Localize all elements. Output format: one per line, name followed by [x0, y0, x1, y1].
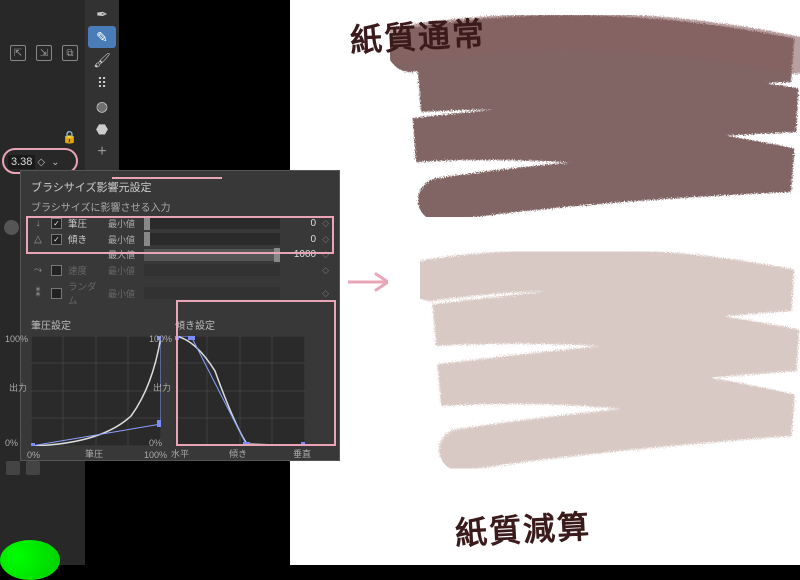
- pen-icon[interactable]: ✎: [88, 26, 116, 48]
- speed-icon: ⤳: [31, 265, 45, 276]
- speed-checkbox[interactable]: [51, 265, 62, 276]
- grid-icon[interactable]: [26, 461, 40, 475]
- speed-sublabel: 最小値: [108, 264, 138, 277]
- canvas-label-bottom: 紙質減算: [454, 501, 592, 554]
- arrow-icon: [348, 270, 388, 297]
- speed-slider: [144, 264, 280, 276]
- panel-subtitle: ブラシサイズに影響させる入力: [31, 199, 329, 214]
- lock-icon[interactable]: 🔒: [62, 130, 77, 144]
- color-preview[interactable]: [0, 540, 60, 580]
- swatch-1[interactable]: [4, 220, 19, 235]
- eyedropper-icon[interactable]: ✒: [88, 3, 116, 25]
- canvas-label-top: 紙質通常: [349, 8, 487, 61]
- random-slider: [144, 287, 280, 299]
- export-icon[interactable]: ⇱: [10, 45, 26, 61]
- pressure-graph-title: 筆圧設定: [31, 317, 161, 332]
- thumb-icon[interactable]: [6, 461, 20, 475]
- import-icon[interactable]: ⇲: [36, 45, 52, 61]
- title-highlight: [112, 177, 222, 179]
- random-sublabel: 最小値: [108, 287, 138, 300]
- pressure-curve-svg: [31, 336, 161, 446]
- brush-icon[interactable]: 🖌: [88, 49, 116, 71]
- fill-icon[interactable]: ◍: [88, 95, 116, 117]
- random-checkbox[interactable]: [51, 288, 62, 299]
- panel-title: ブラシサイズ影響元設定: [31, 179, 329, 195]
- blend-icon[interactable]: ⬣: [88, 118, 116, 140]
- tool-toolbar: ✒ ✎ 🖌 ⠿ ◍ ⬣ +: [85, 0, 119, 180]
- tilt-graph-highlight: [176, 300, 336, 446]
- random-icon: ⁑: [31, 288, 45, 299]
- random-label: ランダム: [68, 279, 102, 307]
- brush-stroke-subtract: [420, 250, 800, 490]
- pressure-curve-editor[interactable]: 筆圧設定 100% 出力 0% 0% 筆圧 100%: [31, 317, 161, 446]
- copy-icon[interactable]: ⧉: [62, 45, 78, 61]
- speed-label: 速度: [68, 263, 102, 277]
- spray-icon[interactable]: ⠿: [88, 72, 116, 94]
- row-speed: ⤳ 速度 最小値 ◇: [31, 263, 329, 277]
- tilt-rows-highlight: [26, 216, 334, 254]
- add-icon[interactable]: +: [88, 141, 116, 163]
